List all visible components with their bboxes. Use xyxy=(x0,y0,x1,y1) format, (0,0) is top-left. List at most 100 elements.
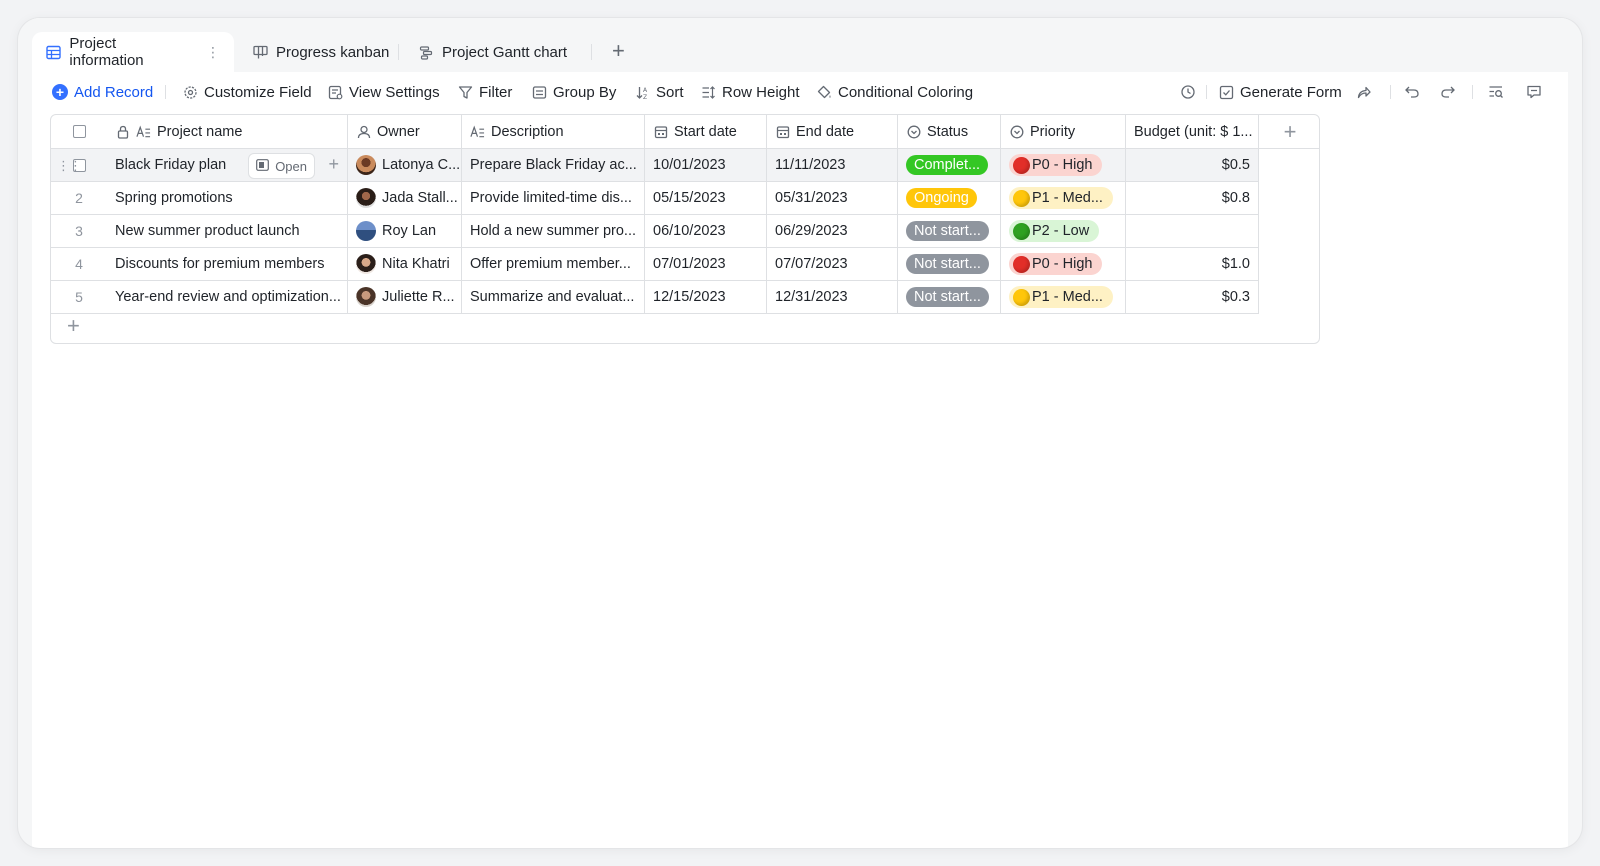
column-header-budget[interactable]: Budget (unit: $ 1... xyxy=(1126,115,1259,148)
share-button[interactable] xyxy=(1356,72,1372,112)
project-name-text: New summer product launch xyxy=(115,223,300,239)
cell-start-date[interactable]: 10/01/2023 xyxy=(645,149,767,181)
cell-budget[interactable] xyxy=(1126,215,1259,247)
filter-button[interactable]: Filter xyxy=(457,72,512,112)
column-header-owner[interactable]: Owner xyxy=(348,115,462,148)
cell-owner[interactable]: Nita Khatri xyxy=(348,248,462,280)
description-text: Offer premium member... xyxy=(470,256,631,272)
row-height-label: Row Height xyxy=(722,83,800,101)
cell-end-date[interactable]: 11/11/2023 xyxy=(767,149,898,181)
row-number: 2 xyxy=(75,190,83,206)
select-all-checkbox[interactable] xyxy=(72,125,86,138)
red-circle-icon xyxy=(1013,156,1030,174)
drag-handle-icon[interactable]: ⋮⋮ xyxy=(57,158,82,174)
project-name-text: Discounts for premium members xyxy=(115,256,325,272)
status-badge: Not start... xyxy=(906,221,989,241)
cell-end-date[interactable]: 06/29/2023 xyxy=(767,215,898,247)
add-view-plus-icon[interactable]: + xyxy=(612,40,625,62)
cell-project-name[interactable]: New summer product launch xyxy=(107,215,348,247)
cell-description[interactable]: Offer premium member... xyxy=(462,248,645,280)
add-row-plus-icon[interactable]: + xyxy=(67,315,80,337)
plus-circle-icon: + xyxy=(52,84,68,100)
cell-end-date[interactable]: 07/07/2023 xyxy=(767,248,898,280)
cell-budget[interactable]: $1.0 xyxy=(1126,248,1259,280)
cell-priority[interactable]: P0 - High xyxy=(1001,248,1126,280)
owner-name: Nita Khatri xyxy=(382,256,450,272)
redo-button[interactable] xyxy=(1440,72,1456,112)
undo-button[interactable] xyxy=(1404,72,1420,112)
kanban-icon xyxy=(252,44,268,60)
tab-project-information[interactable]: Project information ⋮ xyxy=(32,32,234,72)
cell-owner[interactable]: Roy Lan xyxy=(348,215,462,247)
customize-field-button[interactable]: Customize Field xyxy=(182,72,312,112)
cell-priority[interactable]: P1 - Med... xyxy=(1001,182,1126,214)
column-header-start-date[interactable]: Start date xyxy=(645,115,767,148)
column-header-label: End date xyxy=(796,123,855,140)
cell-description[interactable]: Prepare Black Friday ac... xyxy=(462,149,645,181)
cell-budget[interactable]: $0.3 xyxy=(1126,281,1259,313)
history-button[interactable] xyxy=(1180,72,1196,112)
column-header-status[interactable]: Status xyxy=(898,115,1001,148)
cell-priority[interactable]: P1 - Med... xyxy=(1001,281,1126,313)
add-field-plus-icon[interactable]: + xyxy=(1259,115,1319,149)
tab-project-gantt-chart[interactable]: Project Gantt chart xyxy=(404,32,581,72)
tab-more-icon[interactable]: ⋮ xyxy=(206,44,220,61)
cell-priority[interactable]: P0 - High xyxy=(1001,149,1126,181)
cell-start-date[interactable]: 12/15/2023 xyxy=(645,281,767,313)
conditional-coloring-button[interactable]: Conditional Coloring xyxy=(816,72,973,112)
status-badge: Complet... xyxy=(906,155,989,175)
cell-start-date[interactable]: 05/15/2023 xyxy=(645,182,767,214)
generate-form-button[interactable]: Generate Form xyxy=(1218,72,1342,112)
row-height-button[interactable]: Row Height xyxy=(700,72,800,112)
cell-start-date[interactable]: 06/10/2023 xyxy=(645,215,767,247)
search-records-button[interactable] xyxy=(1488,72,1504,112)
cell-status[interactable]: Not start... xyxy=(898,215,1001,247)
generate-form-label: Generate Form xyxy=(1240,83,1342,101)
comments-button[interactable] xyxy=(1526,72,1542,112)
cell-owner[interactable]: Juliette R... xyxy=(348,281,462,313)
column-header-end-date[interactable]: End date xyxy=(767,115,898,148)
table-row[interactable]: 4 Discounts for premium members Nita Kha… xyxy=(51,248,1259,281)
tab-progress-kanban[interactable]: Progress kanban xyxy=(238,32,403,72)
sort-button[interactable]: AZ Sort xyxy=(634,72,684,112)
group-by-icon xyxy=(531,84,547,100)
status-badge: Not start... xyxy=(906,287,989,307)
add-record-button[interactable]: + Add Record xyxy=(52,72,153,112)
cell-end-date[interactable]: 12/31/2023 xyxy=(767,281,898,313)
cell-status[interactable]: Ongoing xyxy=(898,182,1001,214)
cell-description[interactable]: Provide limited-time dis... xyxy=(462,182,645,214)
cell-status[interactable]: Not start... xyxy=(898,281,1001,313)
insert-row-plus-icon[interactable]: + xyxy=(328,154,339,174)
table-row[interactable]: 5 Year-end review and optimization... Ju… xyxy=(51,281,1259,314)
cell-status[interactable]: Not start... xyxy=(898,248,1001,280)
cell-description[interactable]: Hold a new summer pro... xyxy=(462,215,645,247)
cell-project-name[interactable]: Black Friday plan Open + xyxy=(107,149,348,181)
group-by-button[interactable]: Group By xyxy=(531,72,616,112)
open-record-button[interactable]: Open xyxy=(248,153,315,179)
column-header-priority[interactable]: Priority xyxy=(1001,115,1126,148)
cell-status[interactable]: Complet... xyxy=(898,149,1001,181)
view-settings-button[interactable]: View Settings xyxy=(327,72,440,112)
yellow-circle-icon xyxy=(1013,288,1030,306)
calendar-icon xyxy=(775,124,790,139)
grid-header-row: Project name Owner Description Start dat… xyxy=(51,115,1259,149)
cell-budget[interactable]: $0.8 xyxy=(1126,182,1259,214)
cell-start-date[interactable]: 07/01/2023 xyxy=(645,248,767,280)
project-name-text: Spring promotions xyxy=(115,190,233,206)
column-header-project-name[interactable]: Project name xyxy=(107,115,348,148)
cell-budget[interactable]: $0.5 xyxy=(1126,149,1259,181)
table-row[interactable]: ⋮⋮ Black Friday plan Open + Latonya C...… xyxy=(51,149,1259,182)
cell-owner[interactable]: Jada Stall... xyxy=(348,182,462,214)
cell-project-name[interactable]: Year-end review and optimization... xyxy=(107,281,348,313)
cell-project-name[interactable]: Spring promotions xyxy=(107,182,348,214)
cell-priority[interactable]: P2 - Low xyxy=(1001,215,1126,247)
table-row[interactable]: 3 New summer product launch Roy Lan Hold… xyxy=(51,215,1259,248)
cell-description[interactable]: Summarize and evaluat... xyxy=(462,281,645,313)
cell-owner[interactable]: Latonya C... xyxy=(348,149,462,181)
cell-end-date[interactable]: 05/31/2023 xyxy=(767,182,898,214)
project-name-text: Year-end review and optimization... xyxy=(115,289,341,305)
column-header-description[interactable]: Description xyxy=(462,115,645,148)
table-row[interactable]: 2 Spring promotions Jada Stall... Provid… xyxy=(51,182,1259,215)
cell-project-name[interactable]: Discounts for premium members xyxy=(107,248,348,280)
column-header-label: Priority xyxy=(1030,123,1076,140)
